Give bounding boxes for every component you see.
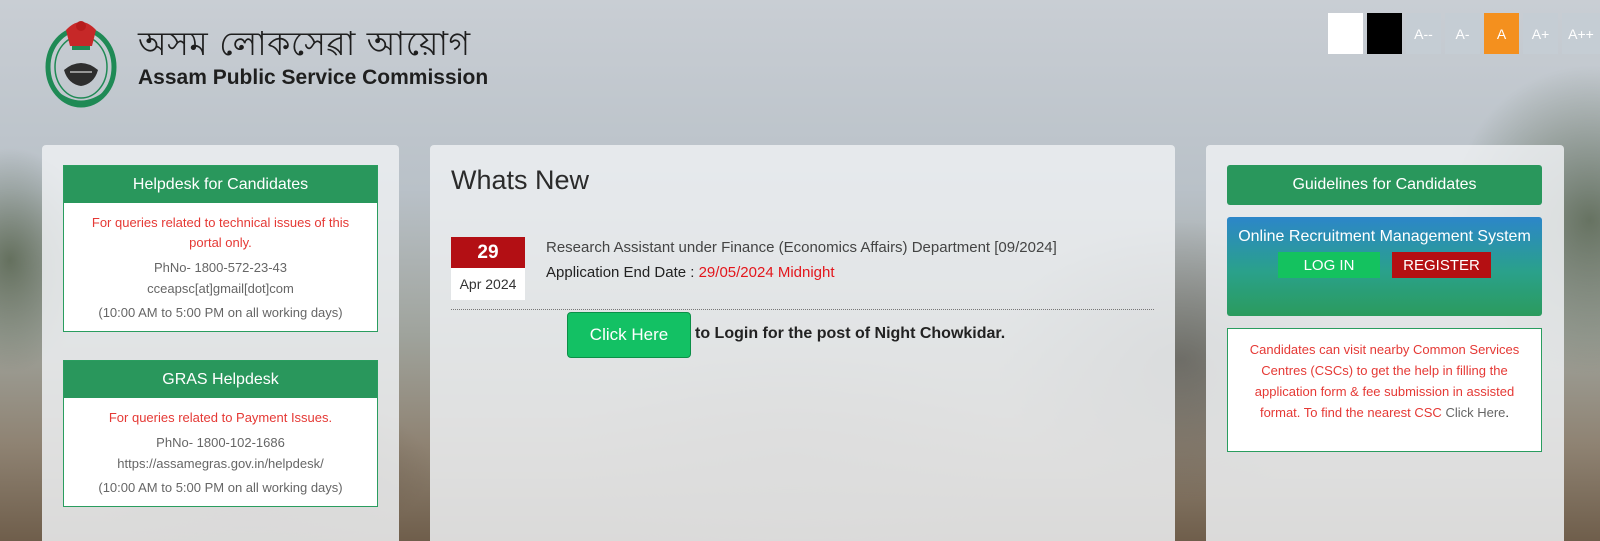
site-title-english: Assam Public Service Commission — [138, 66, 489, 89]
csc-period: . — [1505, 405, 1510, 420]
news-item-title[interactable]: Research Assistant under Finance (Econom… — [546, 239, 1057, 256]
gras-url: https://assamegras.gov.in/helpdesk/ — [117, 456, 324, 471]
helpdesk-heading: Helpdesk for Candidates — [64, 166, 377, 203]
whats-new-panel: Whats New 29 Apr 2024 Research Assistant… — [430, 145, 1175, 541]
news-end-value: 29/05/2024 Midnight — [698, 264, 835, 281]
white-theme-button[interactable] — [1328, 13, 1363, 54]
helpdesk-hours: (10:00 AM to 5:00 PM on all working days… — [98, 305, 343, 320]
helpdesk-phone: PhNo- 1800-572-23-43 — [154, 260, 287, 275]
gras-note: For queries related to Payment Issues. — [108, 410, 333, 425]
login-button[interactable]: LOG IN — [1278, 252, 1380, 278]
helpdesk-email: cceapsc[at]gmail[dot]com — [147, 281, 294, 296]
news-date-card: 29 Apr 2024 — [451, 237, 525, 300]
left-panel: Helpdesk for Candidates For queries rela… — [42, 145, 399, 541]
header-title-block: অসম লোকসেৱা আয়োগ Assam Public Service C… — [138, 24, 488, 90]
csc-info-box: Candidates can visit nearby Common Servi… — [1227, 328, 1542, 452]
news-date-month: Apr 2024 — [459, 276, 517, 292]
font-size-larger-button[interactable]: A+ — [1523, 13, 1558, 54]
black-theme-button[interactable] — [1367, 13, 1402, 54]
news-date-day: 29 — [451, 237, 525, 268]
orms-title: Online Recruitment Management System — [1238, 228, 1531, 245]
chowkidar-login-text: to Login for the post of Night Chowkidar… — [695, 325, 1006, 342]
assam-emblem-icon — [42, 12, 120, 110]
gras-heading: GRAS Helpdesk — [64, 361, 377, 398]
font-size-smaller-button[interactable]: A- — [1445, 13, 1480, 54]
helpdesk-note-line2: portal only. — [189, 235, 252, 250]
news-divider — [451, 309, 1154, 310]
whats-new-heading: Whats New — [451, 165, 590, 195]
helpdesk-box: Helpdesk for Candidates For queries rela… — [63, 165, 378, 332]
font-size-smallest-button[interactable]: A-- — [1406, 13, 1441, 54]
site-title-bengali: অসম লোকসেৱা আয়োগ — [138, 24, 471, 63]
csc-click-here-link[interactable]: Click Here — [1445, 405, 1505, 420]
helpdesk-note-line1: For queries related to technical issues … — [91, 215, 350, 230]
news-end-label: Application End Date : — [546, 264, 699, 281]
orms-box: Online Recruitment Management System LOG… — [1227, 217, 1542, 316]
font-size-largest-button[interactable]: A++ — [1562, 13, 1600, 54]
accessibility-toolbar: A-- A- A A+ A++ — [1328, 13, 1600, 54]
news-end-date: Application End Date : 29/05/2024 Midnig… — [546, 264, 835, 281]
click-here-button[interactable]: Click Here — [567, 312, 691, 358]
right-panel: Guidelines for Candidates Online Recruit… — [1206, 145, 1564, 541]
register-button[interactable]: REGISTER — [1392, 252, 1491, 278]
gras-phone: PhNo- 1800-102-1686 — [156, 435, 285, 450]
gras-helpdesk-box: GRAS Helpdesk For queries related to Pay… — [63, 360, 378, 507]
gras-hours: (10:00 AM to 5:00 PM on all working days… — [98, 480, 343, 495]
guidelines-button[interactable]: Guidelines for Candidates — [1227, 165, 1542, 205]
font-size-normal-button[interactable]: A — [1484, 13, 1519, 54]
